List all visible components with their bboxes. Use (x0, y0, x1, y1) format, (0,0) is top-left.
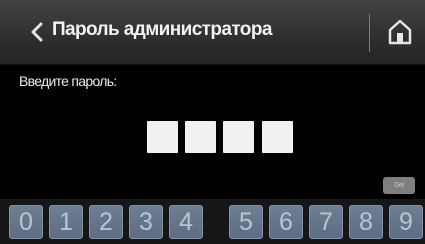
pin-digit-box (147, 121, 178, 153)
header-bar: Пароль администратора (0, 0, 425, 65)
key-9[interactable]: 9 (389, 205, 423, 239)
pin-digit-box (262, 121, 293, 153)
key-1[interactable]: 1 (49, 205, 83, 239)
header-divider (369, 14, 370, 52)
key-0[interactable]: 0 (9, 205, 43, 239)
home-icon[interactable] (387, 18, 413, 46)
pin-digit-box (223, 121, 254, 153)
key-4[interactable]: 4 (169, 205, 203, 239)
key-8[interactable]: 8 (349, 205, 383, 239)
chevron-left-icon[interactable] (30, 22, 44, 42)
key-6[interactable]: 6 (269, 205, 303, 239)
key-2[interactable]: 2 (89, 205, 123, 239)
password-prompt-label: Введите пароль: (19, 73, 117, 89)
page-title: Пароль администратора (52, 19, 272, 40)
key-7[interactable]: 7 (309, 205, 343, 239)
pin-digit-box (185, 121, 216, 153)
key-3[interactable]: 3 (129, 205, 163, 239)
numeric-keypad: 0 1 2 3 4 5 6 7 8 9 (0, 199, 425, 244)
delete-button[interactable]: Del (383, 177, 415, 194)
key-5[interactable]: 5 (229, 205, 263, 239)
password-screen: Пароль администратора Введите пароль: De… (0, 0, 425, 244)
